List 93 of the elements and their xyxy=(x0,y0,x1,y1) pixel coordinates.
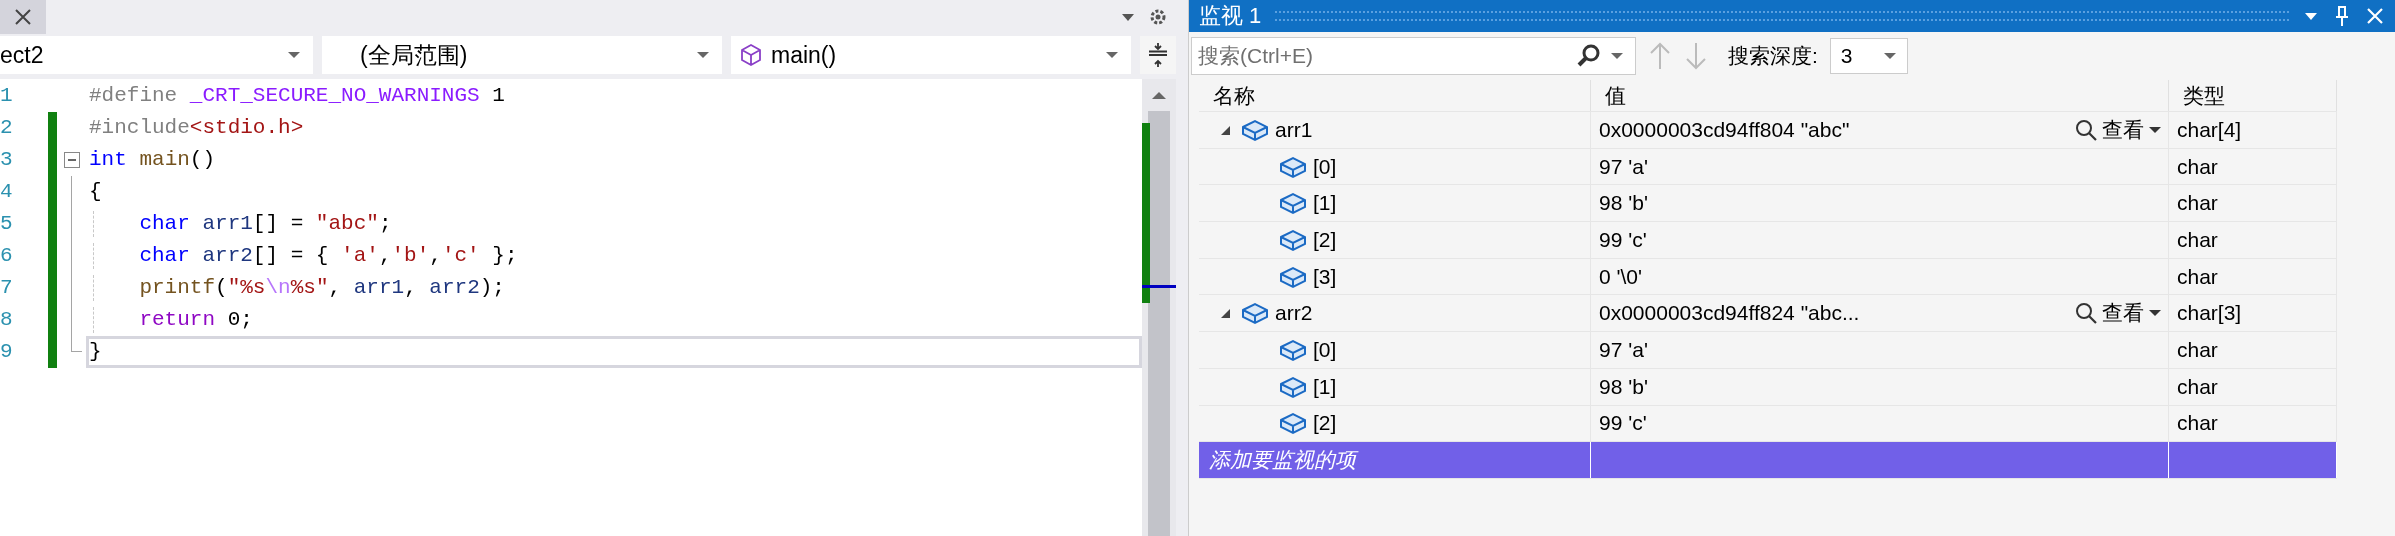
dropdown-caret-icon[interactable] xyxy=(2303,11,2319,21)
caret-icon xyxy=(2148,309,2162,318)
view-button[interactable]: 查看 xyxy=(2074,299,2162,328)
line-number: 3 xyxy=(0,147,14,173)
variable-name: [1] xyxy=(1313,191,1337,216)
code-line: int main() xyxy=(89,147,216,173)
variable-name: arr2 xyxy=(1275,301,1313,326)
variable-type: char[4] xyxy=(2177,117,2242,142)
caret-icon xyxy=(287,51,301,59)
drag-grip[interactable] xyxy=(1275,11,2289,21)
caret-icon xyxy=(2148,125,2162,134)
variable-icon xyxy=(1241,117,1269,142)
variable-icon xyxy=(1279,411,1307,436)
variable-icon xyxy=(1279,191,1307,216)
variable-name: [3] xyxy=(1313,264,1337,289)
dropdown-caret-icon[interactable] xyxy=(1120,12,1136,22)
variable-name: [0] xyxy=(1313,337,1337,362)
variable-icon xyxy=(1279,264,1307,289)
code-line: } xyxy=(89,339,102,365)
line-number: 9 xyxy=(0,339,14,365)
variable-type: char xyxy=(2177,227,2218,252)
variable-type: char[3] xyxy=(2177,301,2242,326)
variable-type: char xyxy=(2177,374,2218,399)
cube-icon xyxy=(739,43,763,67)
caret-icon xyxy=(696,51,710,59)
variable-type: char xyxy=(2177,154,2218,179)
search-icon[interactable] xyxy=(1576,43,1602,69)
variable-value: 98 'b' xyxy=(1599,191,1648,216)
code-line: { xyxy=(89,179,102,205)
pin-icon[interactable] xyxy=(2333,5,2351,27)
scroll-up-icon[interactable] xyxy=(1150,89,1168,101)
line-number: 2 xyxy=(0,115,14,141)
magnifier-icon xyxy=(2074,301,2098,326)
variable-type: char xyxy=(2177,337,2218,362)
close-icon[interactable] xyxy=(2365,6,2385,26)
caret-icon xyxy=(1882,52,1897,60)
view-button[interactable]: 查看 xyxy=(2074,115,2162,144)
magnifier-icon xyxy=(2074,117,2098,142)
add-watch-row[interactable]: 添加要监视的项 xyxy=(1199,442,2337,479)
depth-label: 搜索深度: xyxy=(1728,43,1818,69)
close-tab-button[interactable] xyxy=(0,0,46,34)
search-field[interactable]: 搜索(Ctrl+E) xyxy=(1191,37,1636,75)
column-header[interactable]: 类型 xyxy=(2169,80,2337,111)
code-line: char arr2[] = { 'a','b','c' }; xyxy=(138,243,518,269)
collapse-icon[interactable] xyxy=(64,152,80,168)
split-icon xyxy=(1147,42,1169,68)
split-button[interactable] xyxy=(1140,36,1176,74)
variable-icon xyxy=(1241,301,1269,326)
line-number: 5 xyxy=(0,211,14,237)
code-line: char arr1[] = "abc"; xyxy=(138,211,392,237)
variable-name: [0] xyxy=(1313,154,1337,179)
line-number: 8 xyxy=(0,307,14,333)
variable-icon xyxy=(1279,374,1307,399)
variable-name: arr1 xyxy=(1275,117,1313,142)
variable-name: [2] xyxy=(1313,411,1337,436)
vertical-scrollbar[interactable] xyxy=(1142,79,1176,536)
code-line: printf("%s\n%s", arr1, arr2); xyxy=(138,275,505,301)
scroll-thumb[interactable] xyxy=(1148,111,1170,536)
line-number: 7 xyxy=(0,275,14,301)
caret-icon xyxy=(1105,51,1119,59)
code-line: return 0; xyxy=(138,307,253,333)
variable-name: [2] xyxy=(1313,227,1337,252)
column-header[interactable]: 名称 xyxy=(1199,80,1591,111)
variable-value: 0x0000003cd94ff824 "abc... xyxy=(1599,301,1860,326)
variable-value: 99 'c' xyxy=(1599,411,1647,436)
column-header[interactable]: 值 xyxy=(1591,80,2169,111)
variable-type: char xyxy=(2177,411,2218,436)
variable-type: char xyxy=(2177,191,2218,216)
variable-value: 99 'c' xyxy=(1599,227,1647,252)
variable-value: 97 'a' xyxy=(1599,154,1648,179)
variable-value: 0x0000003cd94ff804 "abc" xyxy=(1599,117,1850,142)
variable-icon xyxy=(1279,227,1307,252)
variable-value: 0 '\0' xyxy=(1599,264,1643,289)
variable-icon xyxy=(1279,154,1307,179)
line-number: 6 xyxy=(0,243,14,269)
line-number: 4 xyxy=(0,179,14,205)
variable-type: char xyxy=(2177,264,2218,289)
collapse-icon[interactable] xyxy=(1219,307,1231,320)
variable-value: 97 'a' xyxy=(1599,337,1648,362)
member-dropdown[interactable]: main() xyxy=(731,36,1131,74)
caret-marker xyxy=(1142,285,1176,288)
project-dropdown[interactable]: ect2 xyxy=(0,36,313,74)
code-line: #include<stdio.h> xyxy=(89,115,304,141)
panel-title: 监视 1 xyxy=(1199,2,1262,30)
code-line: #define _CRT_SECURE_NO_WARNINGS 1 xyxy=(89,83,505,109)
depth-dropdown[interactable]: 3 xyxy=(1829,38,1908,74)
variable-name: [1] xyxy=(1313,374,1337,399)
line-number: 1 xyxy=(0,83,14,109)
scope-dropdown[interactable]: (全局范围) xyxy=(322,36,722,74)
settings-icon[interactable] xyxy=(1148,7,1168,27)
variable-icon xyxy=(1279,337,1307,362)
caret-icon[interactable] xyxy=(1610,52,1624,60)
variable-value: 98 'b' xyxy=(1599,374,1648,399)
